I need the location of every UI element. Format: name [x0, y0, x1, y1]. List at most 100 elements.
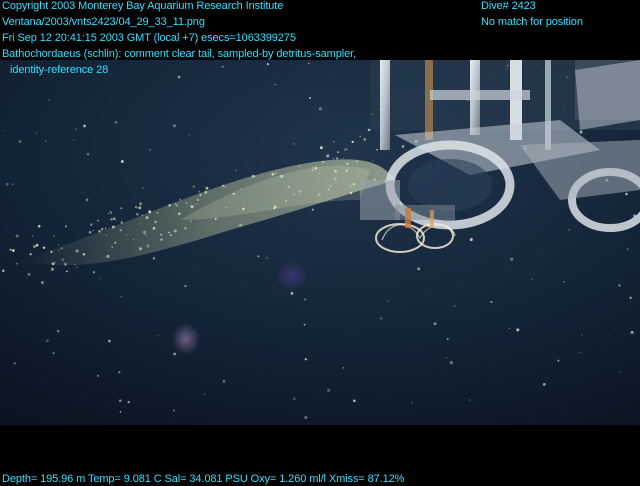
particle	[40, 281, 44, 285]
particle	[326, 154, 330, 158]
particle	[37, 224, 41, 228]
particle	[531, 278, 533, 280]
particle	[343, 149, 346, 151]
particle	[198, 190, 200, 193]
particle	[314, 166, 318, 170]
particle	[327, 388, 331, 392]
particle	[516, 328, 520, 332]
particle	[345, 169, 348, 173]
particle	[298, 190, 302, 193]
particle	[304, 298, 307, 301]
particle	[139, 247, 142, 251]
particle	[307, 62, 310, 65]
particle	[372, 160, 374, 162]
particle	[287, 185, 290, 189]
particle	[469, 238, 473, 242]
particle	[197, 199, 200, 201]
particle	[111, 246, 113, 248]
particle	[107, 212, 110, 215]
particle	[237, 200, 239, 202]
particle	[54, 261, 56, 264]
annotation-line-1: Bathochordaeus (schlin): comment clear t…	[2, 48, 357, 60]
particle	[33, 245, 36, 248]
particle	[61, 258, 65, 262]
particle	[242, 207, 245, 211]
particle	[48, 99, 50, 101]
particle	[185, 202, 188, 204]
particle	[222, 65, 224, 68]
particle	[127, 400, 130, 404]
particle	[169, 233, 172, 237]
particle	[363, 138, 367, 141]
particle	[379, 317, 383, 320]
particle	[275, 172, 277, 175]
particle	[351, 140, 354, 144]
particle	[199, 193, 202, 196]
particle	[619, 371, 621, 373]
particle	[349, 184, 352, 187]
particle	[304, 415, 308, 420]
particle	[110, 211, 113, 214]
particle	[205, 186, 209, 190]
particle	[333, 140, 335, 143]
particle	[352, 399, 356, 403]
particle	[57, 244, 59, 246]
particle	[61, 247, 63, 250]
particle	[312, 166, 314, 168]
particle	[168, 203, 172, 207]
particle	[469, 399, 471, 401]
particle	[173, 352, 177, 356]
particle	[97, 219, 99, 222]
particle	[58, 249, 60, 251]
particle	[83, 124, 86, 128]
particle	[345, 148, 348, 151]
particle	[134, 206, 138, 209]
particle	[254, 175, 256, 178]
particle	[411, 402, 413, 404]
particle	[98, 277, 101, 279]
particle	[120, 207, 122, 209]
particle	[86, 153, 90, 156]
particle	[42, 246, 46, 250]
particle	[50, 267, 54, 271]
particle	[273, 207, 276, 210]
particle	[274, 83, 276, 86]
particle	[223, 185, 226, 188]
particle	[232, 192, 235, 195]
particle	[114, 120, 118, 124]
particle	[279, 175, 283, 178]
particle	[581, 334, 583, 336]
particle	[319, 172, 321, 174]
particle	[342, 367, 345, 369]
particle	[449, 361, 453, 365]
particle	[195, 203, 198, 205]
particle	[173, 409, 175, 412]
particle	[490, 301, 493, 304]
position-status-text: No match for position	[481, 16, 583, 28]
particle	[104, 227, 107, 229]
particle	[225, 206, 227, 209]
particle	[203, 393, 206, 396]
particle	[327, 188, 330, 191]
particle	[120, 159, 124, 164]
particle	[342, 157, 344, 159]
particle	[446, 338, 449, 341]
particle	[333, 177, 337, 181]
particle	[607, 335, 609, 337]
particle	[92, 271, 95, 274]
particle	[629, 296, 632, 299]
particle	[15, 234, 19, 238]
particle	[433, 322, 437, 326]
particle	[125, 234, 128, 237]
particle	[349, 191, 353, 195]
particle	[355, 160, 358, 163]
particle	[112, 217, 116, 221]
particle	[27, 272, 31, 276]
particle	[626, 248, 629, 251]
particle	[56, 329, 60, 333]
particle	[146, 244, 150, 248]
particle	[454, 305, 456, 307]
particle	[557, 359, 560, 362]
particle	[173, 229, 177, 233]
particle	[145, 216, 149, 220]
